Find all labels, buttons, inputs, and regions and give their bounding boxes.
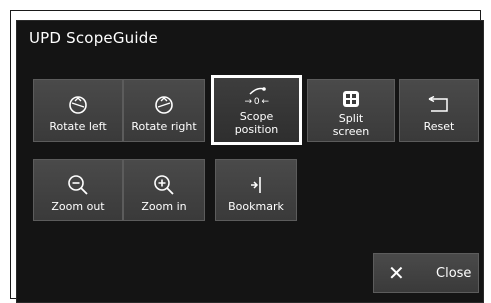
split-screen-button[interactable]: Split screen xyxy=(307,79,395,142)
zoom-out-icon xyxy=(67,170,89,200)
split-screen-label: Split screen xyxy=(333,112,370,138)
close-button[interactable]: ✕ Close xyxy=(373,253,479,293)
rotate-right-icon xyxy=(153,90,175,120)
rotate-left-icon xyxy=(67,90,89,120)
reset-icon xyxy=(427,90,451,120)
split-screen-label-line1: Split xyxy=(338,112,364,125)
bookmark-label: Bookmark xyxy=(228,200,284,213)
zoom-in-label: Zoom in xyxy=(141,200,187,213)
rotate-right-label: Rotate right xyxy=(131,120,197,133)
zoom-in-icon xyxy=(153,170,175,200)
reset-label: Reset xyxy=(423,120,455,133)
bookmark-button[interactable]: Bookmark xyxy=(215,159,297,221)
scope-position-label-line2: position xyxy=(234,123,279,136)
zoom-in-button[interactable]: Zoom in xyxy=(123,159,205,221)
rotate-right-button[interactable]: Rotate right xyxy=(123,79,205,142)
rotate-left-button[interactable]: Rotate left xyxy=(33,79,123,142)
zoom-out-button[interactable]: Zoom out xyxy=(33,159,123,221)
scope-position-label: Scope position xyxy=(235,110,279,136)
split-screen-label-line2: screen xyxy=(332,125,370,138)
close-icon: ✕ xyxy=(388,261,405,285)
zoom-out-label: Zoom out xyxy=(51,200,105,213)
split-screen-icon xyxy=(342,86,360,112)
close-label: Close xyxy=(436,265,472,281)
scope-position-label-line1: Scope xyxy=(239,110,274,123)
bookmark-icon xyxy=(247,170,265,200)
scope-position-icon: → 0 ← xyxy=(244,82,269,110)
scope-position-button[interactable]: → 0 ← Scope position xyxy=(211,75,302,145)
rotate-left-label: Rotate left xyxy=(49,120,107,133)
scope-position-arrows: → 0 ← xyxy=(244,97,269,107)
panel-title: UPD ScopeGuide xyxy=(29,29,158,47)
reset-button[interactable]: Reset xyxy=(399,79,479,142)
scopeguide-panel: UPD ScopeGuide Rotate left Rotate right xyxy=(16,20,484,303)
